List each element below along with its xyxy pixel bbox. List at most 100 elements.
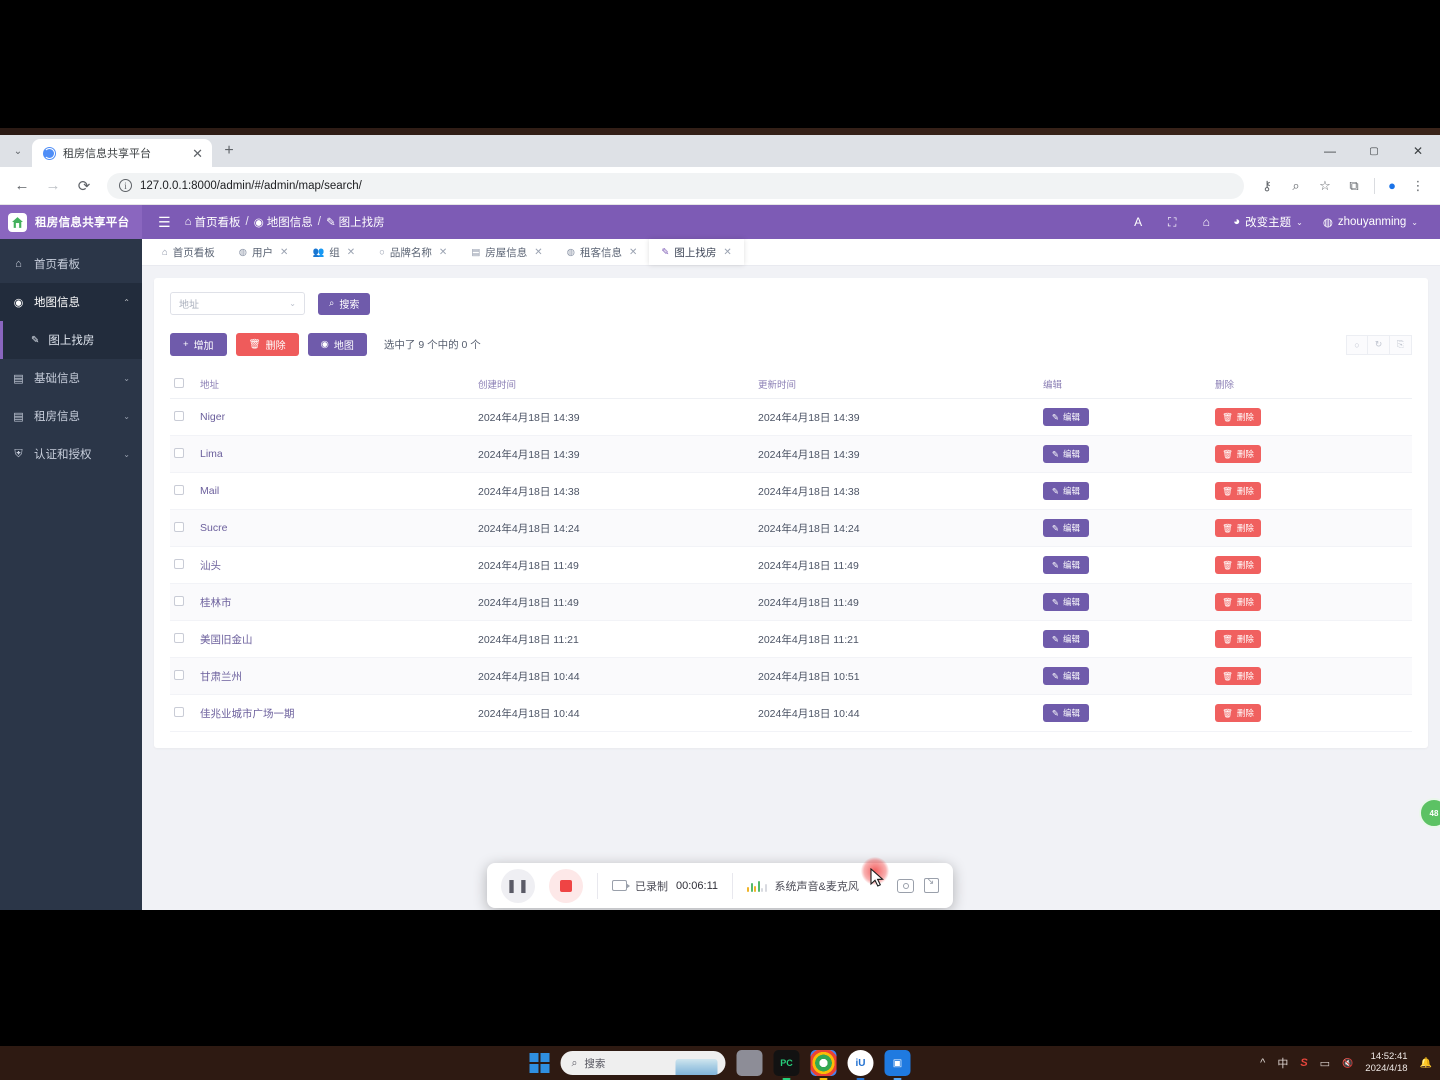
- row-delete-button[interactable]: 🗑 删除: [1215, 630, 1261, 648]
- column-address[interactable]: 地址: [196, 370, 474, 399]
- pause-recording-button[interactable]: ❚❚: [501, 868, 535, 903]
- sidebar-item-map-info[interactable]: ◉ 地图信息 ⌃: [0, 283, 142, 321]
- tab-users[interactable]: ◍ 用户 ✕: [227, 239, 301, 265]
- row-edit-button[interactable]: ✎ 编辑: [1043, 630, 1089, 648]
- table-row[interactable]: 桂林市 2024年4月18日 11:49 2024年4月18日 11:49 ✎ 编…: [170, 583, 1412, 621]
- address-link[interactable]: Sucre: [200, 522, 227, 534]
- taskbar-clock[interactable]: 14:52:41 2024/4/18: [1365, 1051, 1407, 1075]
- row-delete-button[interactable]: 🗑 删除: [1215, 519, 1261, 537]
- sidebar-item-dashboard[interactable]: ⌂ 首页看板: [0, 245, 142, 283]
- tab-map-search[interactable]: ✎ 图上找房 ✕: [649, 239, 744, 265]
- sidebar-item-rental-info[interactable]: ▤ 租房信息 ⌄: [0, 397, 142, 435]
- tab-groups[interactable]: 👥 组 ✕: [300, 239, 367, 265]
- new-tab-button[interactable]: +: [216, 138, 242, 164]
- close-tab-icon-groups[interactable]: ✕: [347, 247, 355, 258]
- row-delete-button[interactable]: 🗑 删除: [1215, 704, 1261, 722]
- task-view-icon[interactable]: [736, 1050, 763, 1076]
- breadcrumb-item-map[interactable]: ◉ 地图信息: [254, 214, 313, 230]
- profile-avatar-icon[interactable]: ●: [1381, 175, 1403, 197]
- table-row[interactable]: 汕头 2024年4月18日 11:49 2024年4月18日 11:49 ✎ 编辑…: [170, 546, 1412, 584]
- extensions-icon[interactable]: ⧉: [1340, 172, 1368, 200]
- forward-icon[interactable]: →: [39, 172, 67, 200]
- row-delete-button[interactable]: 🗑 删除: [1215, 445, 1261, 463]
- row-edit-button[interactable]: ✎ 编辑: [1043, 593, 1089, 611]
- row-delete-button[interactable]: 🗑 删除: [1215, 593, 1261, 611]
- recorder-app-icon[interactable]: ▣: [884, 1050, 911, 1080]
- address-link[interactable]: Mail: [200, 485, 219, 497]
- sidebar-toggle-icon[interactable]: ☰: [158, 215, 171, 229]
- tray-expand-icon[interactable]: ^: [1260, 1057, 1265, 1069]
- address-link[interactable]: 汕头: [200, 560, 221, 572]
- row-edit-button[interactable]: ✎ 编辑: [1043, 408, 1089, 426]
- delete-button[interactable]: 🗑 删除: [235, 333, 299, 356]
- table-row[interactable]: 佳兆业城市广场一期 2024年4月18日 10:44 2024年4月18日 10…: [170, 694, 1412, 732]
- sogou-input-icon[interactable]: S: [1300, 1057, 1307, 1069]
- ime-indicator[interactable]: 中: [1277, 1055, 1288, 1071]
- address-link[interactable]: 桂林市: [200, 597, 232, 609]
- tab-tenant-info[interactable]: ◍ 租客信息 ✕: [555, 239, 650, 265]
- search-toggle-icon[interactable]: ○: [1346, 334, 1368, 355]
- address-link[interactable]: Niger: [200, 411, 225, 423]
- row-checkbox[interactable]: [174, 669, 184, 680]
- zoom-icon[interactable]: ⌕: [1282, 172, 1310, 200]
- close-tab-icon[interactable]: ✕: [192, 147, 203, 160]
- row-edit-button[interactable]: ✎ 编辑: [1043, 519, 1089, 537]
- table-row[interactable]: Lima 2024年4月18日 14:39 2024年4月18日 14:39 ✎…: [170, 435, 1412, 473]
- close-tab-icon-house[interactable]: ✕: [534, 247, 542, 258]
- row-checkbox[interactable]: [174, 558, 184, 569]
- row-edit-button[interactable]: ✎ 编辑: [1043, 667, 1089, 685]
- audio-source[interactable]: 系统声音&麦克风: [747, 878, 859, 894]
- row-edit-button[interactable]: ✎ 编辑: [1043, 556, 1089, 574]
- maximize-button[interactable]: ▢: [1352, 135, 1396, 167]
- column-updated[interactable]: 更新时间: [754, 370, 1039, 399]
- tab-brand[interactable]: ○ 品牌名称 ✕: [367, 239, 459, 265]
- row-checkbox[interactable]: [174, 410, 184, 421]
- address-link[interactable]: 佳兆业城市广场一期: [200, 708, 295, 720]
- table-row[interactable]: 美国旧金山 2024年4月18日 11:21 2024年4月18日 11:21 …: [170, 620, 1412, 658]
- row-edit-button[interactable]: ✎ 编辑: [1043, 445, 1089, 463]
- app-brand[interactable]: 租房信息共享平台: [0, 205, 142, 239]
- column-created[interactable]: 创建时间: [474, 370, 754, 399]
- close-tab-icon-map[interactable]: ✕: [723, 247, 731, 258]
- row-delete-button[interactable]: 🗑 删除: [1215, 482, 1261, 500]
- row-checkbox[interactable]: [174, 595, 184, 606]
- pycharm-icon[interactable]: PC: [773, 1050, 800, 1080]
- chrome-icon[interactable]: [810, 1050, 837, 1080]
- minimize-button[interactable]: —: [1308, 135, 1352, 167]
- add-button[interactable]: + 增加: [170, 333, 227, 356]
- bookmark-star-icon[interactable]: ☆: [1311, 172, 1339, 200]
- theme-switcher[interactable]: ◕ 改变主题 ⌄: [1223, 214, 1313, 230]
- breadcrumb-item-home[interactable]: ⌂ 首页看板: [185, 214, 241, 230]
- address-link[interactable]: Lima: [200, 448, 223, 460]
- search-button[interactable]: ⌕ 搜索: [318, 292, 371, 315]
- address-bar[interactable]: i 127.0.0.1:8000/admin/#/admin/map/searc…: [107, 172, 1244, 199]
- tab-house-info[interactable]: ▤ 房屋信息 ✕: [459, 239, 554, 265]
- row-delete-button[interactable]: 🗑 删除: [1215, 556, 1261, 574]
- row-checkbox[interactable]: [174, 706, 184, 717]
- row-checkbox[interactable]: [174, 484, 184, 495]
- close-tab-icon-users[interactable]: ✕: [280, 247, 288, 258]
- stop-recording-button[interactable]: [549, 868, 583, 903]
- sidebar-item-map-search[interactable]: ✎ 图上找房: [0, 321, 142, 359]
- site-info-icon[interactable]: i: [119, 179, 132, 192]
- home-shortcut-icon[interactable]: ⌂: [1189, 205, 1223, 239]
- row-edit-button[interactable]: ✎ 编辑: [1043, 482, 1089, 500]
- table-row[interactable]: Mail 2024年4月18日 14:38 2024年4月18日 14:38 ✎…: [170, 472, 1412, 510]
- volume-muted-icon[interactable]: 🔇: [1342, 1058, 1353, 1069]
- sidebar-item-basic-info[interactable]: ▤ 基础信息 ⌄: [0, 359, 142, 397]
- refresh-icon[interactable]: ↻: [1368, 334, 1390, 355]
- address-link[interactable]: 甘肃兰州: [200, 671, 242, 683]
- close-tab-icon-tenant[interactable]: ✕: [629, 247, 637, 258]
- user-menu[interactable]: ◍ zhouyanming ⌄: [1313, 215, 1428, 229]
- screenshot-camera-icon[interactable]: [897, 878, 914, 893]
- back-icon[interactable]: ←: [8, 172, 36, 200]
- map-button[interactable]: ◉ 地图: [307, 333, 367, 356]
- start-button-icon[interactable]: [529, 1053, 550, 1073]
- row-checkbox[interactable]: [174, 632, 184, 643]
- chrome-menu-icon[interactable]: ⋮: [1404, 172, 1432, 200]
- select-all-checkbox[interactable]: [174, 377, 184, 388]
- close-window-button[interactable]: ✕: [1396, 135, 1440, 167]
- fullscreen-icon[interactable]: ⛶: [1155, 205, 1189, 239]
- close-tab-icon-brand[interactable]: ✕: [439, 247, 447, 258]
- display-icon[interactable]: ▭: [1320, 1057, 1330, 1070]
